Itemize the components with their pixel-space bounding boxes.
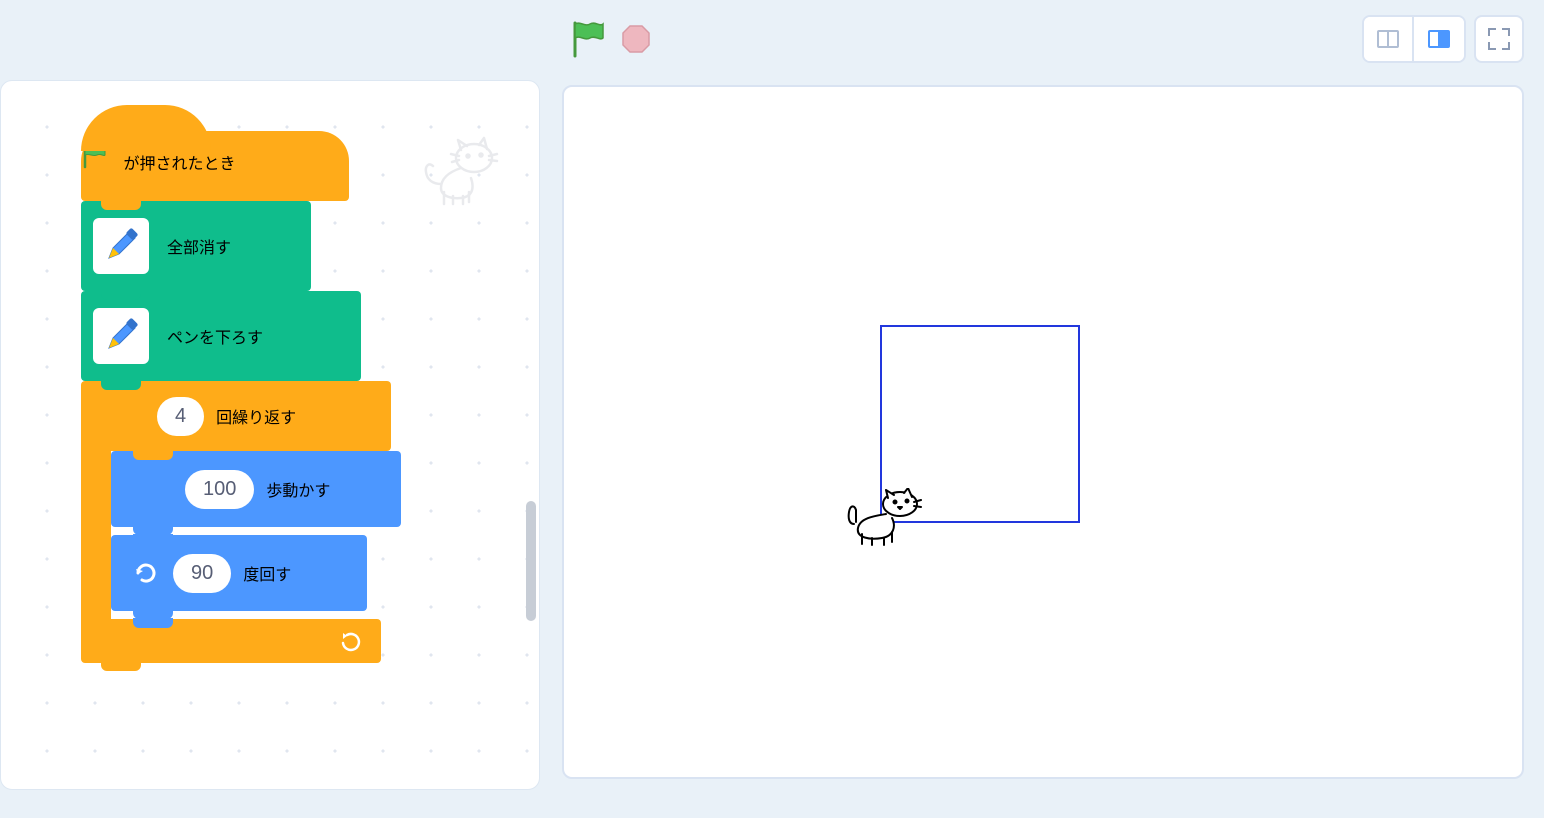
turn-label: 度回す bbox=[243, 561, 291, 585]
pen-down-label: ペンを下ろす bbox=[167, 324, 263, 348]
scripts-area[interactable]: が押されたとき 全部消す bbox=[0, 80, 540, 790]
pen-extension-icon bbox=[93, 308, 149, 364]
repeat-block[interactable]: 4 回繰り返す 100 歩動かす 90 bbox=[81, 381, 391, 663]
fullscreen-button[interactable] bbox=[1474, 15, 1524, 63]
when-flag-clicked-block[interactable]: が押されたとき bbox=[81, 131, 349, 201]
large-layout-icon bbox=[1428, 30, 1450, 48]
sprite-watermark bbox=[419, 136, 499, 211]
erase-all-block[interactable]: 全部消す bbox=[81, 201, 311, 291]
move-label: 歩動かす bbox=[266, 477, 330, 501]
small-stage-button[interactable] bbox=[1364, 17, 1414, 61]
loop-arrow-icon bbox=[339, 629, 363, 659]
flag-icon bbox=[81, 156, 111, 173]
turn-degrees-input[interactable]: 90 bbox=[173, 554, 231, 593]
turn-ccw-icon bbox=[131, 558, 161, 588]
erase-label: 全部消す bbox=[167, 234, 231, 258]
large-stage-button[interactable] bbox=[1414, 17, 1464, 61]
small-layout-icon bbox=[1377, 30, 1399, 48]
pen-extension-icon bbox=[93, 218, 149, 274]
stage[interactable] bbox=[562, 85, 1524, 779]
cat-sprite[interactable] bbox=[846, 488, 922, 553]
move-steps-input[interactable]: 100 bbox=[185, 470, 254, 509]
turn-degrees-block[interactable]: 90 度回す bbox=[111, 535, 367, 611]
move-steps-block[interactable]: 100 歩動かす bbox=[111, 451, 401, 527]
repeat-count-input[interactable]: 4 bbox=[157, 397, 204, 436]
pen-down-block[interactable]: ペンを下ろす bbox=[81, 291, 361, 381]
repeat-label: 回繰り返す bbox=[216, 404, 296, 428]
stop-button[interactable] bbox=[621, 24, 651, 54]
fullscreen-icon bbox=[1488, 28, 1510, 50]
green-flag-button[interactable] bbox=[570, 20, 606, 58]
hat-label: が押されたとき bbox=[123, 156, 235, 173]
